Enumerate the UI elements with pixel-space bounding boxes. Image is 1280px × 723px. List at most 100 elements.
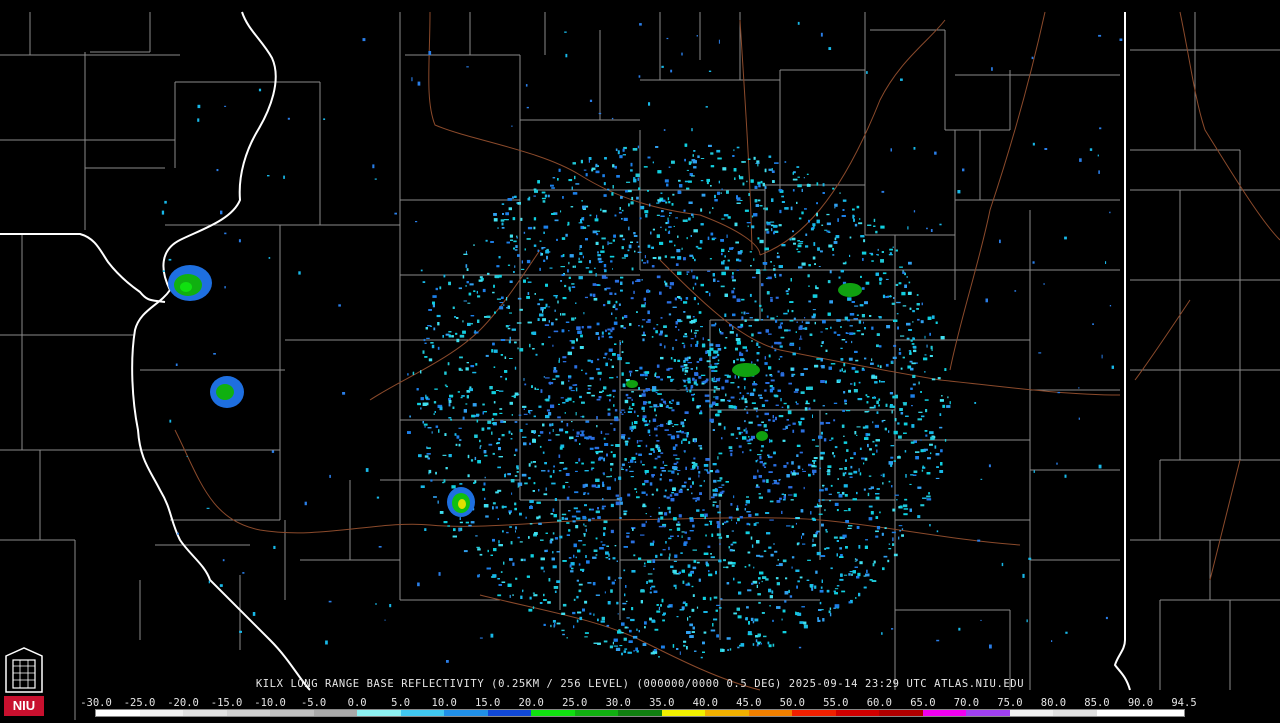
- radar-pixel: [903, 422, 908, 426]
- radar-pixel: [592, 556, 597, 559]
- radar-pixel: [821, 579, 823, 583]
- radar-pixel: [501, 434, 505, 437]
- radar-pixel: [511, 492, 513, 495]
- radar-pixel: [517, 297, 522, 300]
- radar-pixel: [517, 536, 520, 539]
- radar-pixel: [871, 358, 873, 361]
- radar-pixel: [777, 341, 782, 345]
- radar-pixel: [704, 394, 710, 397]
- radar-pixel: [731, 564, 735, 567]
- radar-pixel: [571, 515, 577, 518]
- radar-pixel: [759, 555, 764, 558]
- radar-pixel: [736, 505, 739, 509]
- radar-pixel: [732, 541, 737, 544]
- radar-pixel: [863, 488, 866, 491]
- radar-pixel: [631, 421, 633, 425]
- radar-pixel: [944, 368, 947, 371]
- radar-pixel: [911, 424, 915, 428]
- radar-pixel: [770, 439, 773, 443]
- radar-pixel: [759, 461, 763, 464]
- radar-pixel: [694, 650, 697, 652]
- radar-pixel: [853, 470, 858, 474]
- radar-pixel: [648, 579, 653, 583]
- radar-pixel: [867, 443, 869, 448]
- radar-pixel: [667, 376, 671, 379]
- radar-pixel: [717, 511, 721, 514]
- radar-pixel: [597, 254, 601, 257]
- radar-pixel: [587, 492, 590, 495]
- radar-pixel: [720, 192, 722, 194]
- radar-pixel: [732, 279, 736, 282]
- radar-pixel: [757, 199, 761, 202]
- radar-pixel: [660, 192, 663, 194]
- radar-pixel: [693, 229, 698, 233]
- radar-pixel: [630, 476, 634, 478]
- radar-pixel: [551, 482, 556, 485]
- radar-pixel: [547, 601, 551, 604]
- radar-pixel: [575, 435, 579, 437]
- radar-pixel: [613, 304, 616, 308]
- radar-pixel: [580, 568, 585, 571]
- radar-pixel: [670, 535, 674, 537]
- radar-pixel: [766, 291, 770, 295]
- radar-pixel: [601, 237, 606, 240]
- radar-pixel: [651, 246, 654, 249]
- radar-pixel: [483, 482, 486, 486]
- radar-pixel: [724, 346, 727, 349]
- radar-pixel: [856, 491, 858, 495]
- radar-pixel: [709, 520, 713, 522]
- radar-pixel: [555, 434, 560, 436]
- radar-pixel: [681, 440, 683, 444]
- radar-pixel: [621, 351, 624, 353]
- radar-pixel: [737, 646, 740, 649]
- radar-pixel: [845, 520, 849, 523]
- radar-pixel: [808, 407, 811, 410]
- radar-pixel: [498, 584, 502, 586]
- radar-pixel: [608, 242, 613, 244]
- radar-pixel: [652, 228, 655, 231]
- radar-pixel: [676, 527, 681, 531]
- radar-pixel: [558, 454, 561, 458]
- radar-pixel: [630, 201, 634, 205]
- radar-pixel: [693, 166, 697, 169]
- radar-pixel: [898, 282, 902, 285]
- radar-pixel: [721, 271, 726, 276]
- radar-pixel: [633, 235, 638, 237]
- radar-pixel: [575, 470, 578, 472]
- radar-pixel: [905, 415, 909, 417]
- radar-pixel: [897, 422, 900, 425]
- radar-pixel: [532, 348, 535, 350]
- radar-pixel: [774, 162, 779, 164]
- radar-pixel: [750, 617, 754, 621]
- radar-pixel: [674, 493, 679, 496]
- radar-pixel: [673, 560, 677, 562]
- radar-pixel: [894, 418, 897, 422]
- radar-pixel: [569, 436, 574, 439]
- radar-pixel: [523, 442, 527, 446]
- radar-pixel: [640, 460, 642, 464]
- radar-pixel: [459, 369, 463, 371]
- radar-pixel: [929, 332, 931, 336]
- radar-pixel: [849, 571, 854, 573]
- radar-pixel: [726, 637, 731, 640]
- radar-pixel: [707, 471, 710, 474]
- radar-pixel: [710, 521, 712, 525]
- radar-pixel: [939, 426, 943, 429]
- radar-pixel: [641, 325, 644, 328]
- radar-pixel: [610, 444, 614, 446]
- radar-pixel: [908, 261, 912, 265]
- radar-pixel: [898, 525, 903, 527]
- radar-pixel: [625, 469, 628, 472]
- radar-pixel: [724, 255, 726, 258]
- radar-pixel: [770, 261, 772, 263]
- radar-pixel: [849, 332, 854, 335]
- radar-pixel: [652, 386, 657, 390]
- radar-pixel: [619, 234, 624, 238]
- radar-pixel: [898, 536, 900, 540]
- radar-pixel: [745, 504, 748, 506]
- radar-pixel: [639, 217, 642, 220]
- radar-pixel: [753, 407, 758, 410]
- radar-pixel: [917, 418, 922, 421]
- radar-pixel: [551, 322, 554, 326]
- radar-pixel: [710, 165, 715, 168]
